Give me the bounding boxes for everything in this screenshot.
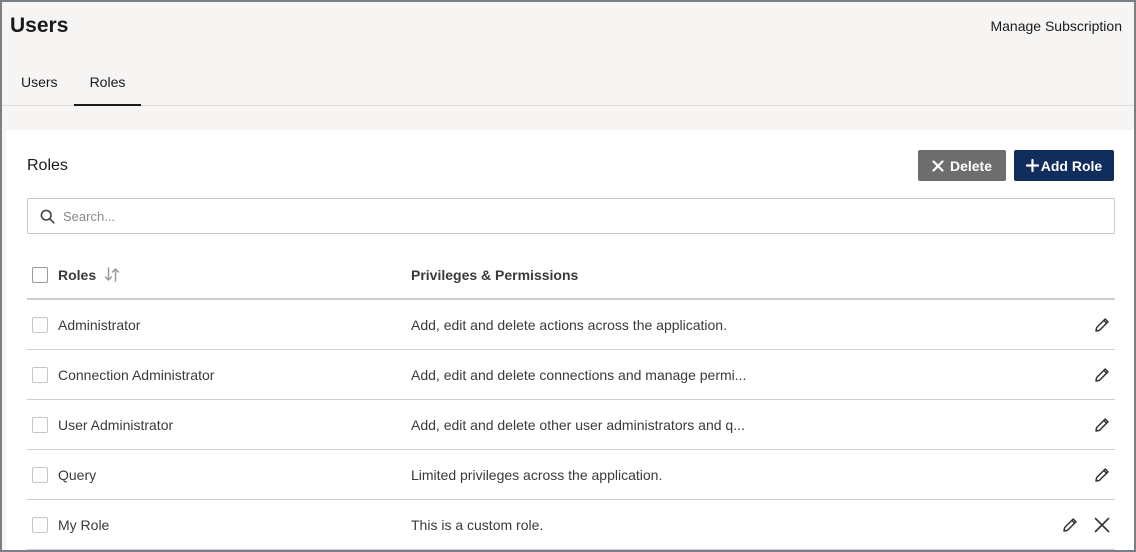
plus-icon <box>1025 159 1039 172</box>
pencil-icon[interactable] <box>1093 416 1111 434</box>
sort-icon[interactable] <box>104 267 120 282</box>
role-privileges: Limited privileges across the applicatio… <box>411 466 663 483</box>
role-name: Administrator <box>58 316 141 333</box>
row-checkbox[interactable] <box>32 316 48 333</box>
row-actions <box>1093 466 1111 484</box>
role-name: Connection Administrator <box>58 366 215 383</box>
tab-bar: Users Roles <box>21 64 142 106</box>
table-row: Administrator Add, edit and delete actio… <box>27 300 1115 350</box>
table-row: My Role This is a custom role. <box>27 500 1115 550</box>
role-privileges: Add, edit and delete other user administ… <box>411 416 745 433</box>
pencil-icon[interactable] <box>1093 466 1111 484</box>
search-input[interactable] <box>63 201 1114 231</box>
row-actions <box>1093 416 1111 434</box>
delete-button-label: Delete <box>949 157 993 174</box>
tab-users[interactable]: Users <box>21 64 74 105</box>
role-privileges: Add, edit and delete connections and man… <box>411 366 747 383</box>
search-icon <box>40 209 55 224</box>
column-header-privileges: Privileges & Permissions <box>411 267 579 283</box>
row-checkbox[interactable] <box>32 366 48 383</box>
column-header-roles[interactable]: Roles <box>58 267 120 283</box>
role-name: User Administrator <box>58 416 174 433</box>
row-checkbox[interactable] <box>32 416 48 433</box>
row-actions <box>1093 366 1111 384</box>
roles-table: Roles Privileges & Permissions Administr… <box>27 252 1115 550</box>
role-privileges: Add, edit and delete actions across the … <box>411 316 727 333</box>
add-role-button[interactable]: Add Role <box>1014 150 1114 181</box>
close-icon <box>932 159 944 172</box>
role-name: My Role <box>58 516 110 533</box>
role-privileges: This is a custom role. <box>411 516 544 533</box>
search-box[interactable] <box>27 198 1115 234</box>
roles-panel: Roles Delete Add Role Roles <box>6 130 1134 550</box>
page-title: Users <box>10 14 69 37</box>
select-all-checkbox[interactable] <box>32 267 48 283</box>
column-header-roles-label: Roles <box>58 267 97 283</box>
app-frame: Users Manage Subscription Users Roles Ro… <box>0 0 1136 552</box>
table-row: Connection Administrator Add, edit and d… <box>27 350 1115 400</box>
tab-roles[interactable]: Roles <box>73 64 142 106</box>
page-header: Users Manage Subscription Users Roles <box>2 2 1134 106</box>
table-row: User Administrator Add, edit and delete … <box>27 400 1115 450</box>
pencil-icon[interactable] <box>1093 366 1111 384</box>
section-title: Roles <box>27 157 68 174</box>
table-header: Roles Privileges & Permissions <box>27 252 1115 300</box>
table-row: Query Limited privileges across the appl… <box>27 450 1115 500</box>
pencil-icon[interactable] <box>1093 316 1111 334</box>
manage-subscription-link[interactable]: Manage Subscription <box>990 18 1122 34</box>
row-checkbox[interactable] <box>32 466 48 483</box>
add-role-button-label: Add Role <box>1040 157 1103 174</box>
row-actions <box>1061 516 1111 534</box>
role-name: Query <box>58 466 97 483</box>
row-actions <box>1093 316 1111 334</box>
pencil-icon[interactable] <box>1061 516 1079 534</box>
row-checkbox[interactable] <box>32 516 48 533</box>
delete-row-icon[interactable] <box>1093 516 1111 534</box>
delete-button[interactable]: Delete <box>918 150 1006 181</box>
